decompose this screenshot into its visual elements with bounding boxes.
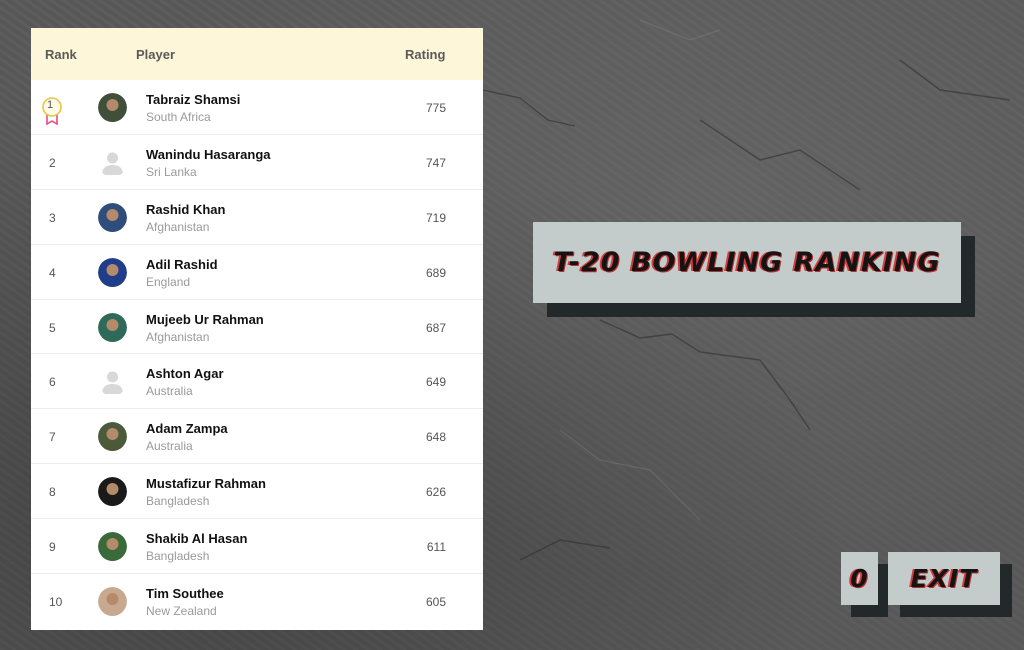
player-rating: 689: [425, 265, 446, 280]
player-name: Adil Rashid: [146, 256, 218, 272]
player-name: Wanindu Hasaranga: [146, 146, 271, 162]
player-name: Shakib Al Hasan: [146, 531, 248, 547]
player-name: Mustafizur Rahman: [146, 476, 266, 492]
player-country: England: [146, 274, 191, 289]
player-rating: 611: [426, 540, 446, 555]
player-name: Rashid Khan: [146, 201, 226, 217]
score-panel: 0: [841, 552, 888, 617]
table-body: 1 Tabraiz Shamsi South Africa 775 2 Wanin…: [31, 80, 483, 629]
rank-value: 1: [47, 99, 54, 111]
player-country: Bangladesh: [146, 549, 210, 564]
rank-value: 4: [49, 265, 56, 280]
rank-value: 2: [49, 155, 56, 170]
player-country: Afghanistan: [146, 329, 210, 344]
avatar: [98, 257, 127, 287]
table-row[interactable]: 8 Mustafizur Rahman Bangladesh 626: [31, 464, 483, 520]
avatar: [98, 312, 127, 342]
exit-panel[interactable]: EXIT: [888, 552, 1012, 617]
player-country: New Zealand: [146, 604, 217, 619]
exit-label: EXIT: [910, 564, 978, 593]
avatar: [98, 422, 127, 452]
player-country: Sri Lanka: [146, 164, 197, 179]
player-rating: 719: [425, 210, 446, 225]
player-rating: 747: [425, 155, 446, 170]
table-row[interactable]: 4 Adil Rashid England 689: [31, 245, 483, 300]
table-header: Rank Player Rating: [31, 28, 483, 80]
player-country: Australia: [146, 439, 193, 454]
avatar: [98, 532, 127, 562]
player-name: Mujeeb Ur Rahman: [146, 311, 264, 327]
player-country: Afghanistan: [146, 219, 210, 234]
header-player: Player: [136, 47, 176, 62]
table-row[interactable]: 6 Ashton Agar Australia 649: [31, 354, 483, 410]
player-country: Australia: [146, 384, 193, 399]
avatar: [98, 587, 127, 617]
player-name: Tim Southee: [146, 586, 224, 602]
player-name: Ashton Agar: [146, 366, 224, 382]
ranking-table: Rank Player Rating 1 Tabraiz Shamsi Sout…: [31, 28, 483, 630]
player-name: Tabraiz Shamsi: [146, 92, 241, 107]
avatar: [98, 477, 127, 507]
exit-button[interactable]: EXIT: [888, 552, 1000, 605]
table-row[interactable]: 9 Shakib Al Hasan Bangladesh 611: [31, 519, 483, 575]
avatar-placeholder-icon: [98, 148, 127, 177]
rank-value: 9: [49, 540, 56, 555]
avatar: [98, 202, 127, 232]
player-name: Adam Zampa: [146, 421, 228, 437]
table-row[interactable]: 10 Tim Southee New Zealand 605: [31, 574, 483, 629]
page-title: T-20 BOWLING RANKING: [553, 247, 941, 278]
table-row[interactable]: 1 Tabraiz Shamsi South Africa 775: [31, 80, 483, 135]
avatar: [98, 93, 127, 122]
header-rank: Rank: [45, 47, 77, 62]
score-value: 0: [850, 564, 869, 593]
rank-value: 6: [49, 375, 56, 390]
table-row[interactable]: 5 Mujeeb Ur Rahman Afghanistan 687: [31, 300, 483, 355]
player-rating: 775: [425, 101, 446, 115]
player-country: South Africa: [146, 110, 211, 124]
player-rating: 649: [425, 375, 446, 390]
table-row[interactable]: 7 Adam Zampa Australia 648: [31, 409, 483, 465]
player-rating: 648: [425, 430, 446, 445]
rank-value: 3: [49, 210, 56, 225]
table-row[interactable]: 3 Rashid Khan Afghanistan 719: [31, 190, 483, 245]
avatar-placeholder-icon: [98, 367, 127, 396]
rank-value: 7: [49, 430, 56, 445]
player-rating: 687: [425, 320, 446, 335]
rank-value: 10: [49, 595, 63, 610]
title-panel-box: T-20 BOWLING RANKING: [533, 222, 961, 303]
title-panel: T-20 BOWLING RANKING: [533, 222, 975, 317]
table-row[interactable]: 2 Wanindu Hasaranga Sri Lanka 747: [31, 135, 483, 190]
header-rating: Rating: [405, 47, 446, 62]
player-country: Bangladesh: [146, 494, 210, 509]
score-box: 0: [841, 552, 878, 605]
rank-value: 8: [49, 485, 56, 500]
player-rating: 626: [425, 485, 446, 500]
rank-value: 5: [49, 320, 56, 335]
player-rating: 605: [425, 595, 446, 610]
